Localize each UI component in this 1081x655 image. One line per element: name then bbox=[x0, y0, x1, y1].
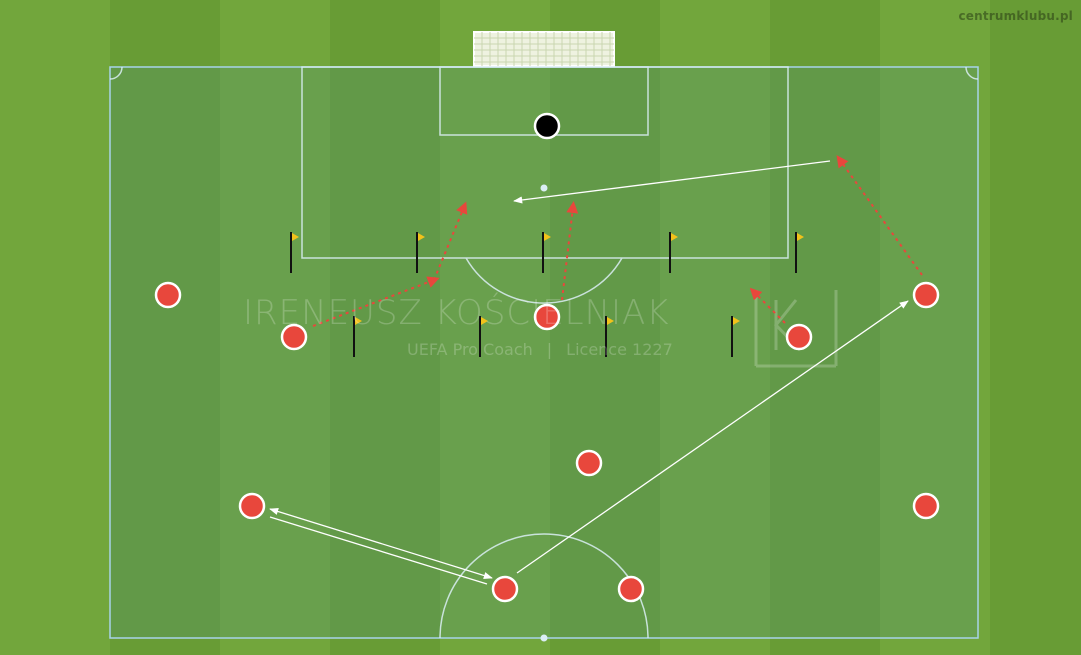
player bbox=[154, 281, 182, 309]
watermark-role: UEFA Pro Coach bbox=[407, 340, 533, 359]
player bbox=[491, 575, 519, 603]
player bbox=[912, 281, 940, 309]
center-spot bbox=[540, 634, 548, 642]
player bbox=[238, 492, 266, 520]
watermark-name: IRENEUSZ KOŚCIELNIAK bbox=[243, 293, 670, 333]
site-label: centrumklubu.pl bbox=[958, 9, 1073, 23]
player bbox=[912, 492, 940, 520]
goal bbox=[473, 31, 615, 67]
watermark-subtitle: UEFA Pro Coach | Licence 1227 bbox=[407, 340, 673, 359]
watermark-separator: | bbox=[546, 340, 553, 359]
watermark-licence: Licence 1227 bbox=[566, 340, 673, 359]
player bbox=[617, 575, 645, 603]
player bbox=[785, 323, 813, 351]
penalty-spot bbox=[540, 184, 548, 192]
player bbox=[575, 449, 603, 477]
goalkeeper bbox=[533, 112, 561, 140]
